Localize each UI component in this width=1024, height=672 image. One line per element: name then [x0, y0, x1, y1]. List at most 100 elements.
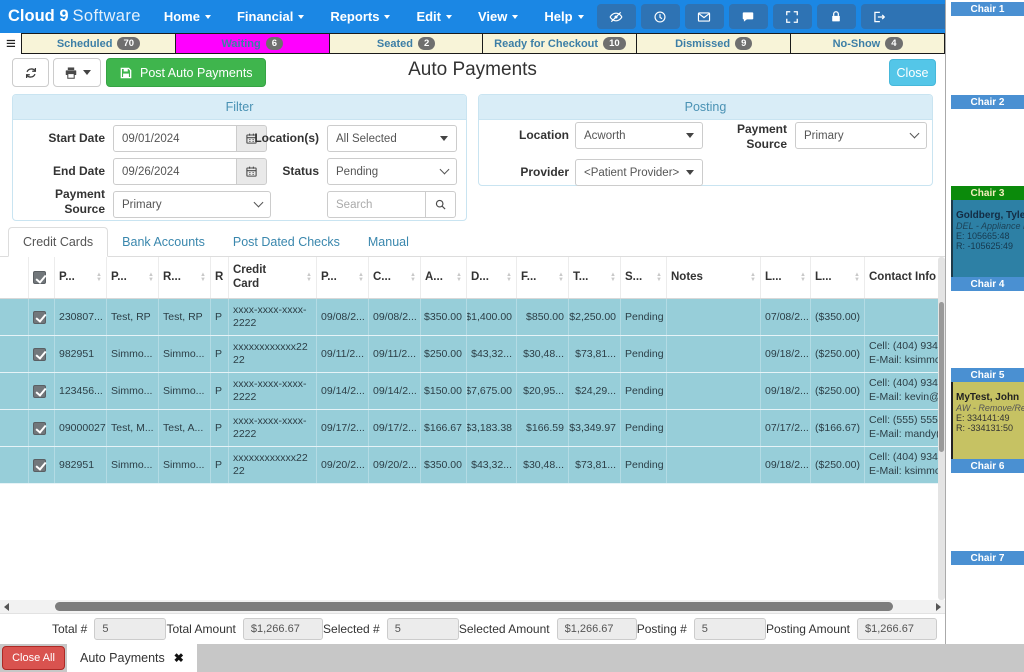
column-label: P... — [111, 271, 127, 284]
nav-item-help[interactable]: Help — [531, 0, 596, 33]
table-row[interactable]: 982951Simmo...Simmo...Pxxxxxxxxxxxx22220… — [0, 447, 938, 484]
horizontal-scrollbar-thumb[interactable] — [55, 602, 893, 611]
column-header-pdate[interactable]: P...▲▼ — [316, 257, 368, 298]
chair-header[interactable]: Chair 3 — [951, 186, 1024, 200]
status-tab-no-show[interactable]: No-Show4 — [790, 33, 945, 54]
column-header-famt[interactable]: F...▲▼ — [516, 257, 568, 298]
column-header-lamt[interactable]: L...▲▼ — [810, 257, 864, 298]
payment-source-select[interactable]: Primary — [113, 191, 271, 218]
locations-dropdown[interactable]: All Selected — [327, 125, 457, 152]
row-checkbox[interactable] — [33, 422, 46, 435]
clock-button[interactable] — [641, 4, 680, 29]
tab-post-dated-checks[interactable]: Post Dated Checks — [219, 228, 354, 256]
cell-select[interactable] — [28, 299, 54, 335]
status-select[interactable]: Pending — [327, 158, 457, 185]
column-header-notes[interactable]: Notes▲▼ — [666, 257, 760, 298]
chair-header[interactable]: Chair 5 — [951, 368, 1024, 382]
nav-item-home[interactable]: Home — [151, 0, 224, 33]
posting-location-dropdown[interactable]: Acworth — [575, 122, 703, 149]
post-auto-payments-button[interactable]: Post Auto Payments — [106, 58, 266, 87]
row-checkbox[interactable] — [33, 348, 46, 361]
chair-header[interactable]: Chair 2 — [951, 95, 1024, 109]
column-header-damt[interactable]: D...▲▼ — [466, 257, 516, 298]
chair-header[interactable]: Chair 7 — [951, 551, 1024, 565]
column-header-status[interactable]: S...▲▼ — [620, 257, 666, 298]
column-header-id[interactable]: P...▲▼ — [54, 257, 106, 298]
refresh-button[interactable] — [12, 58, 49, 87]
end-date-input[interactable] — [113, 158, 237, 185]
column-header-card[interactable]: Credit Card▲▼ — [228, 257, 316, 298]
chair-6: Chair 6 — [951, 459, 1024, 473]
search-button[interactable] — [425, 191, 456, 218]
visibility-off-button[interactable] — [597, 4, 636, 29]
lock-button[interactable] — [817, 4, 856, 29]
column-header-ldate[interactable]: L...▲▼ — [760, 257, 810, 298]
posting-payment-source-value: Primary — [804, 130, 905, 142]
fullscreen-button[interactable] — [773, 4, 812, 29]
vertical-scrollbar-thumb[interactable] — [939, 302, 944, 452]
nav-item-view[interactable]: View — [465, 0, 531, 33]
nav-item-edit[interactable]: Edit — [403, 0, 465, 33]
column-header-patient[interactable]: P...▲▼ — [106, 257, 158, 298]
column-header-resp[interactable]: R...▲▼ — [158, 257, 210, 298]
mail-button[interactable] — [685, 4, 724, 29]
chair-patient-card[interactable]: MyTest, JohnAW - Remove/RepE: 334141:49R… — [951, 382, 1024, 460]
status-tab-seated[interactable]: Seated2 — [329, 33, 484, 54]
cell-text: 07/17/2... — [765, 422, 809, 434]
cell-select[interactable] — [28, 373, 54, 409]
print-button[interactable] — [53, 58, 101, 87]
scroll-left-arrow-icon[interactable] — [4, 603, 9, 611]
column-header-cdate[interactable]: C...▲▼ — [368, 257, 420, 298]
nav-item-reports[interactable]: Reports — [317, 0, 403, 33]
table-row[interactable]: 982951Simmo...Simmo...Pxxxxxxxxxxxx22220… — [0, 336, 938, 373]
start-date-input[interactable] — [113, 125, 237, 152]
posting-payment-source-select[interactable]: Primary — [795, 122, 927, 149]
status-count-badge: 10 — [603, 37, 626, 50]
cell-text: Test, A... — [163, 422, 203, 434]
column-header-amt[interactable]: A...▲▼ — [420, 257, 466, 298]
chair-patient-card[interactable]: Goldberg, TylerDEL - Appliance FE: 10566… — [951, 200, 1024, 278]
cell-contact: Cell: (404) 934E-Mail: ksimmo — [864, 447, 938, 483]
close-tab-icon[interactable] — [174, 649, 184, 667]
menu-icon[interactable] — [0, 33, 22, 54]
cell-contact — [864, 299, 938, 335]
tab-credit-cards[interactable]: Credit Cards — [8, 227, 108, 257]
column-header-select[interactable] — [28, 257, 54, 298]
horizontal-scrollbar[interactable] — [0, 600, 945, 613]
chair-header[interactable]: Chair 6 — [951, 459, 1024, 473]
bottom-tab-auto-payments[interactable]: Auto Payments — [67, 644, 197, 672]
column-label: A... — [425, 271, 443, 284]
column-header-tamt[interactable]: T...▲▼ — [568, 257, 620, 298]
close-button[interactable]: Close — [889, 59, 936, 86]
status-tab-dismissed[interactable]: Dismissed9 — [636, 33, 791, 54]
status-tab-waiting[interactable]: Waiting6 — [175, 33, 330, 54]
column-label: C... — [373, 271, 391, 284]
status-tab-ready-for-checkout[interactable]: Ready for Checkout10 — [482, 33, 637, 54]
cell-select[interactable] — [28, 447, 54, 483]
nav-item-financial[interactable]: Financial — [224, 0, 317, 33]
row-checkbox[interactable] — [33, 459, 46, 472]
provider-dropdown[interactable]: <Patient Provider> — [575, 159, 703, 186]
vertical-scrollbar[interactable] — [938, 257, 945, 600]
search-input[interactable] — [327, 191, 426, 218]
tab-bank-accounts[interactable]: Bank Accounts — [108, 228, 219, 256]
cell-text: 982951 — [59, 459, 94, 471]
scroll-right-arrow-icon[interactable] — [936, 603, 941, 611]
cell-select[interactable] — [28, 410, 54, 446]
cell-select[interactable] — [28, 336, 54, 372]
select-all-checkbox[interactable] — [33, 271, 46, 284]
status-tab-scheduled[interactable]: Scheduled70 — [21, 33, 176, 54]
table-row[interactable]: 09000027Test, M...Test, A...Pxxxx-xxxx-x… — [0, 410, 938, 447]
tab-manual[interactable]: Manual — [354, 228, 423, 256]
save-icon — [119, 66, 133, 80]
chat-button[interactable] — [729, 4, 768, 29]
row-checkbox[interactable] — [33, 385, 46, 398]
cell-pdate: 09/11/2... — [316, 336, 368, 372]
row-checkbox[interactable] — [33, 311, 46, 324]
table-row[interactable]: 230807...Test, RPTest, RPPxxxx-xxxx-xxxx… — [0, 299, 938, 336]
cell-pdate: 09/20/2... — [316, 447, 368, 483]
chair-header[interactable]: Chair 1 — [951, 2, 1024, 16]
chair-header[interactable]: Chair 4 — [951, 277, 1024, 291]
table-row[interactable]: 123456...Simmo...Simmo...Pxxxx-xxxx-xxxx… — [0, 373, 938, 410]
close-all-button[interactable]: Close All — [2, 646, 65, 670]
